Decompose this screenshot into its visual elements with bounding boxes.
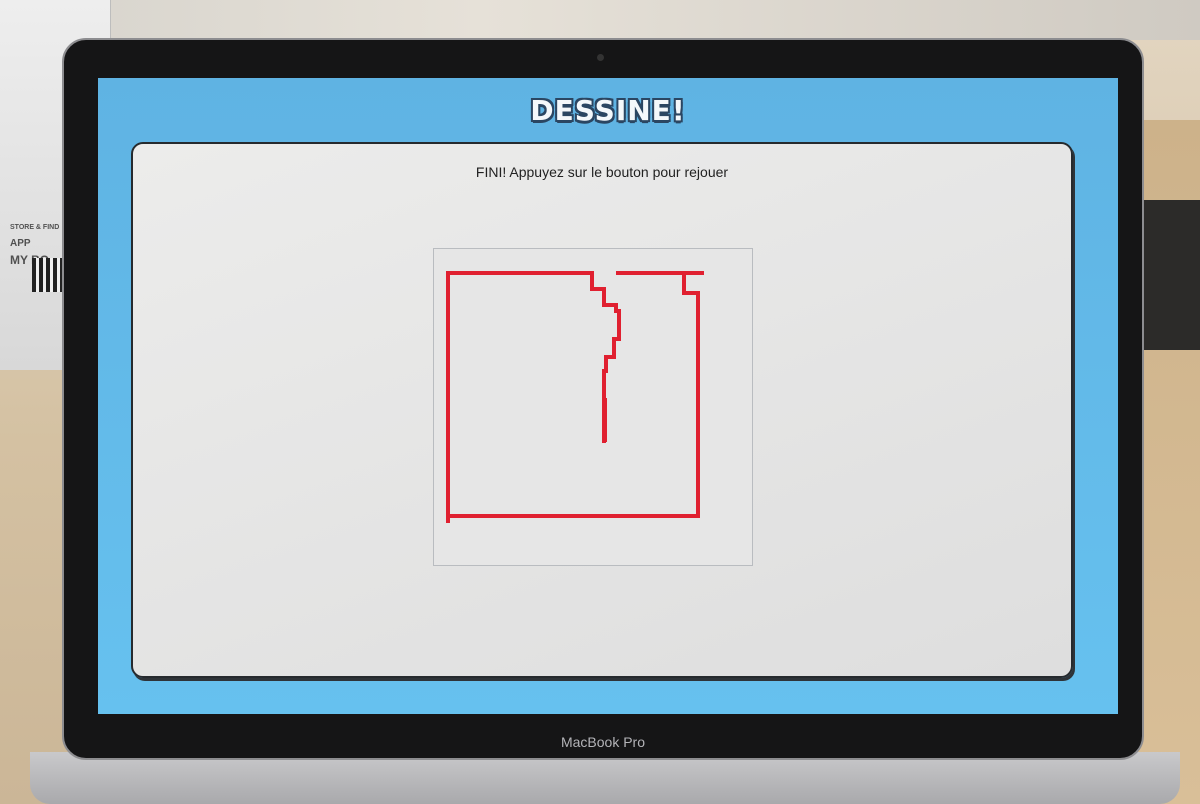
app-title: DESSINE! <box>530 94 686 127</box>
laptop-screen: DESSINE! FINI! Appuyez sur le bouton pou… <box>98 78 1118 714</box>
qr-code-icon <box>32 258 66 292</box>
webcam-icon <box>597 54 604 61</box>
drawn-stroke-outline <box>446 271 621 523</box>
laptop-brand-label: MacBook Pro <box>560 734 646 750</box>
status-message: FINI! Appuyez sur le bouton pour rejouer <box>475 164 729 180</box>
drawing-svg <box>446 271 704 523</box>
game-panel: FINI! Appuyez sur le bouton pour rejouer <box>131 142 1073 678</box>
drawn-stroke-right <box>446 271 704 518</box>
drawing-canvas[interactable] <box>433 248 753 566</box>
background-wall <box>0 0 1200 40</box>
laptop-lid: DESSINE! FINI! Appuyez sur le bouton pou… <box>62 38 1144 760</box>
